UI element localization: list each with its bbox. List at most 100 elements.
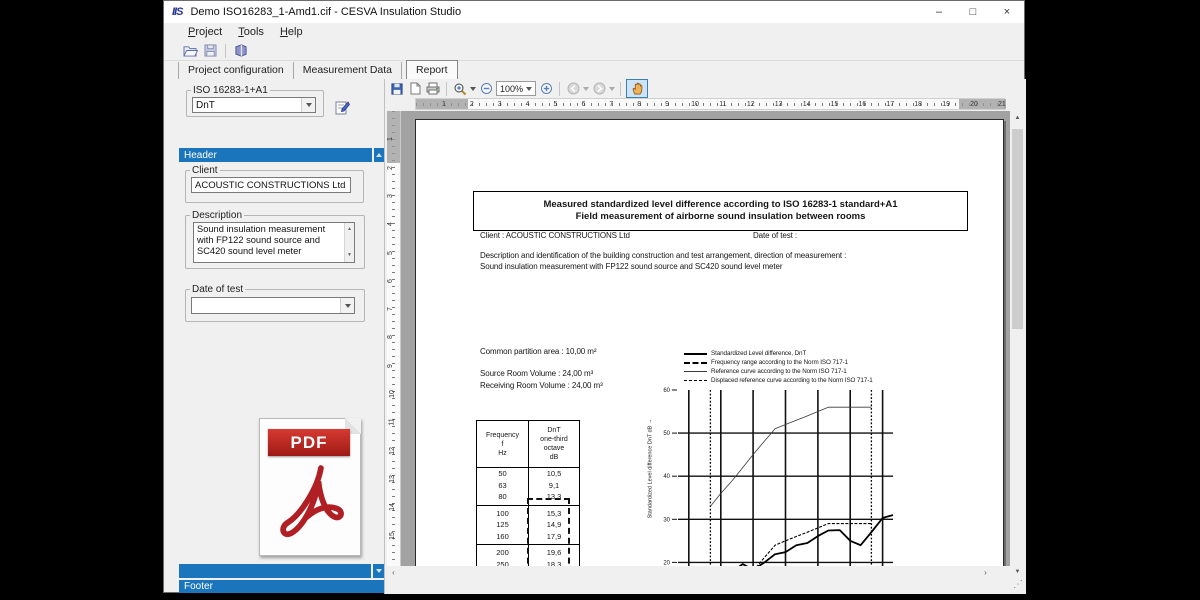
zoom-tool-icon[interactable]	[452, 81, 468, 96]
standard-select-value: DnT	[196, 100, 215, 111]
report-title-line2: Field measurement of airborne sound insu…	[576, 211, 866, 223]
back-icon[interactable]	[565, 81, 581, 96]
svg-text:30: 30	[663, 517, 670, 523]
vertical-scrollbar-thumb[interactable]	[1012, 129, 1023, 329]
tabbar: Project configuration Measurement Data R…	[178, 61, 458, 79]
pdf-export-icon[interactable]: PDF	[259, 418, 361, 556]
new-page-icon[interactable]	[407, 81, 423, 96]
table-row: 5010,5	[477, 468, 580, 480]
zoom-out-icon[interactable]	[478, 81, 494, 96]
open-folder-icon[interactable]	[182, 43, 198, 58]
hand-icon	[631, 82, 644, 95]
window-title: Demo ISO16283_1-Amd1.cif - CESVA Insulat…	[190, 6, 461, 18]
ruler-mark: 15	[388, 532, 398, 540]
svg-text:50: 50	[663, 431, 670, 437]
legend-entry: Reference curve according to the Norm IS…	[684, 368, 873, 375]
ruler-mark: 8	[637, 99, 641, 110]
chevron-down-icon	[376, 569, 382, 573]
description-textarea[interactable]: Sound insulation measurement with FP122 …	[193, 222, 355, 263]
toolbar-separator	[559, 82, 560, 96]
scroll-left-icon[interactable]: ‹	[387, 566, 400, 579]
header-section-bar[interactable]: Header	[179, 148, 372, 162]
save-report-icon[interactable]	[389, 81, 405, 96]
zoom-tool-dropdown-icon[interactable]	[470, 87, 476, 91]
ruler-mark: 4	[387, 222, 396, 226]
ruler-mark: 5	[387, 251, 396, 255]
ruler-mark: 9	[665, 99, 669, 110]
forward-icon[interactable]	[591, 81, 607, 96]
collapsed-section-bar[interactable]	[179, 564, 371, 578]
tab-project-configuration[interactable]: Project configuration	[178, 62, 294, 79]
edit-report-icon[interactable]	[334, 100, 350, 120]
vertical-scrollbar[interactable]: ▲ ▼	[1010, 111, 1025, 579]
save-icon[interactable]	[202, 43, 218, 58]
dnt-chart: 2030405060	[633, 382, 963, 566]
legend-line-sample	[684, 380, 707, 381]
menu-tools[interactable]: Tools	[230, 24, 272, 40]
scroll-down-icon: ▼	[347, 250, 352, 261]
pan-tool-button[interactable]	[626, 79, 648, 98]
table-row: 639,1	[477, 480, 580, 492]
svg-text:60: 60	[663, 388, 670, 394]
frequency-range-marquee	[527, 498, 570, 566]
toolbar-separator	[446, 82, 447, 96]
tab-measurement-data[interactable]: Measurement Data	[294, 62, 402, 79]
minimize-button[interactable]: –	[922, 1, 956, 23]
dnt-column-header: DnT one-third octave dB	[529, 421, 580, 468]
horizontal-scrollbar[interactable]: ‹ ›	[387, 566, 992, 579]
ruler-mark: 1	[387, 137, 396, 141]
ruler-mark: 10	[691, 99, 699, 110]
app-window: IIS Demo ISO16283_1-Amd1.cif - CESVA Ins…	[163, 0, 1025, 593]
forward-dropdown-icon[interactable]	[609, 87, 615, 91]
standard-select[interactable]: DnT	[192, 97, 316, 113]
menu-help[interactable]: Help	[272, 24, 311, 40]
zoom-in-icon[interactable]	[538, 81, 554, 96]
date-of-test-select[interactable]	[191, 297, 355, 314]
app-icon: IIS	[172, 6, 182, 18]
report-source-volume: Source Room Volume : 24,00 m³	[480, 369, 593, 378]
ruler-mark: 1	[442, 99, 446, 110]
scroll-down-icon[interactable]: ▼	[1010, 565, 1025, 579]
chevron-down-icon	[301, 98, 315, 112]
standard-groupbox-legend: ISO 16283-1+A1	[191, 85, 270, 96]
ruler-mark: 13	[775, 99, 783, 110]
back-dropdown-icon[interactable]	[583, 87, 589, 91]
maximize-button[interactable]: □	[956, 1, 990, 23]
chevron-down-icon	[340, 298, 354, 313]
footer-section-bar[interactable]: Footer	[179, 580, 384, 593]
report-partition-area: Common partition area : 10,00 m²	[480, 347, 596, 356]
zoom-level-select[interactable]: 100%	[496, 81, 536, 96]
client-input[interactable]: ACOUSTIC CONSTRUCTIONS Ltd	[191, 177, 351, 193]
ruler-mark: 21	[998, 99, 1006, 110]
ruler-mark: 18	[914, 99, 922, 110]
zoom-level-value: 100%	[500, 84, 523, 94]
svg-text:40: 40	[663, 474, 670, 480]
menu-project[interactable]: Project	[180, 24, 230, 40]
scroll-up-icon[interactable]: ▲	[1010, 111, 1025, 125]
report-page: Measured standardized level difference a…	[415, 119, 1004, 566]
ruler-mark: 7	[609, 99, 613, 110]
header-section-label: Header	[184, 150, 217, 161]
resize-grip[interactable]: ⋰	[1013, 579, 1023, 590]
preview-toolbar: 100%	[389, 80, 648, 97]
ruler-mark: 2	[470, 99, 474, 110]
textarea-scrollbar[interactable]: ▲▼	[344, 223, 354, 262]
scroll-right-icon[interactable]: ›	[979, 566, 992, 579]
help-book-icon[interactable]	[233, 43, 249, 58]
header-collapse-button[interactable]	[374, 148, 384, 162]
tab-report[interactable]: Report	[406, 60, 458, 79]
chevron-down-icon	[526, 87, 532, 91]
report-client: Client : ACOUSTIC CONSTRUCTIONS Ltd	[480, 231, 630, 240]
print-icon[interactable]	[425, 81, 441, 96]
window-controls: – □ ×	[922, 1, 1024, 23]
footer-section-label: Footer	[184, 581, 213, 592]
chevron-up-icon	[376, 153, 382, 157]
ruler-mark: 15	[831, 99, 839, 110]
legend-entry: Standardized Level difference, DnT	[684, 350, 873, 357]
report-receiving-volume: Receiving Room Volume : 24,00 m³	[480, 381, 603, 390]
frequency-column-header: Frequency f Hz	[477, 421, 529, 468]
ruler-mark: 12	[388, 447, 398, 455]
close-button[interactable]: ×	[990, 1, 1024, 23]
section-expand-button[interactable]	[373, 564, 384, 578]
preview-scroll-area[interactable]: 123456789101112131415 Measured standardi…	[387, 111, 1010, 566]
